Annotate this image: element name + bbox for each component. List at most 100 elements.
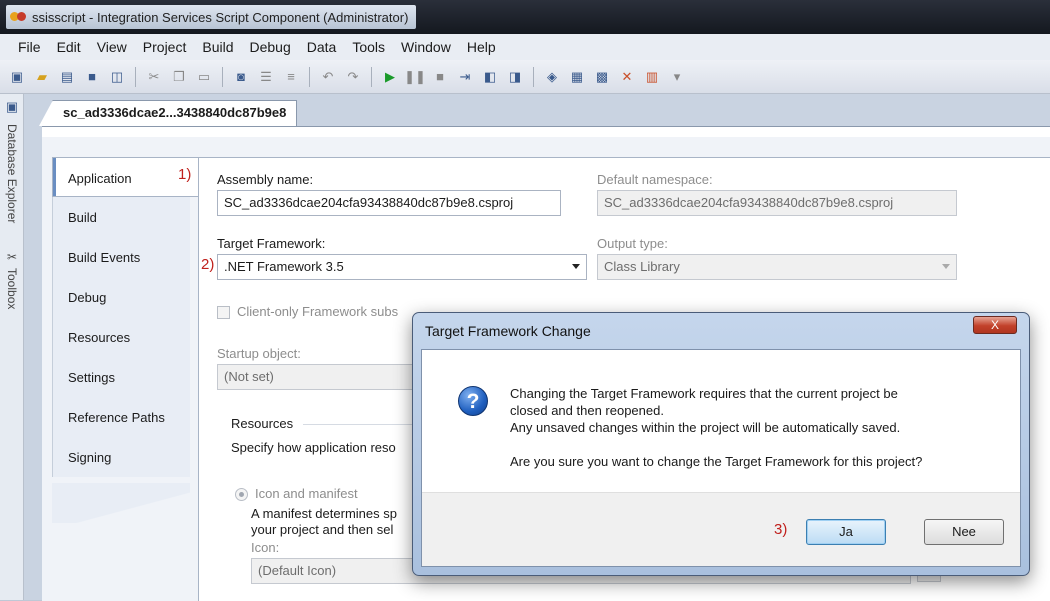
- default-namespace-field[interactable]: SC_ad3336dcae204cfa93438840dc87b9e8.cspr…: [597, 190, 957, 216]
- redo-icon[interactable]: ↷: [342, 66, 364, 88]
- solution-explorer-icon[interactable]: ◈: [541, 66, 563, 88]
- resources-heading: Resources: [231, 416, 294, 431]
- toolbox-icon[interactable]: ✕: [616, 66, 638, 88]
- chevron-down-icon: [942, 264, 950, 269]
- copy-icon[interactable]: ❐: [168, 66, 190, 88]
- extensions-icon[interactable]: ▥: [641, 66, 663, 88]
- pause-icon[interactable]: ❚❚: [404, 66, 426, 88]
- assembly-name-label: Assembly name:: [217, 172, 314, 187]
- menu-file[interactable]: File: [10, 36, 49, 58]
- save-all-icon[interactable]: ◫: [106, 66, 128, 88]
- app-icon: [10, 9, 26, 25]
- properties-icon[interactable]: ▦: [566, 66, 588, 88]
- tab-debug[interactable]: Debug: [52, 277, 190, 317]
- tab-signing[interactable]: Signing: [52, 437, 190, 477]
- target-framework-select[interactable]: .NET Framework 3.5: [217, 254, 587, 280]
- title-area: ssisscript - Integration Services Script…: [6, 5, 417, 29]
- toolbox-label: Toolbox: [5, 268, 19, 310]
- breakpoint-icon[interactable]: ◧: [479, 66, 501, 88]
- callout-3: 3): [774, 521, 788, 538]
- object-browser-icon[interactable]: ▩: [591, 66, 613, 88]
- step-icon[interactable]: ⇥: [454, 66, 476, 88]
- target-framework-label: Target Framework:: [217, 236, 326, 251]
- manifest-description-1: A manifest determines sp: [251, 506, 397, 521]
- tab-reference-paths[interactable]: Reference Paths: [52, 397, 190, 437]
- tab-build[interactable]: Build: [52, 197, 190, 237]
- manifest-description-2: your project and then sel: [251, 522, 394, 537]
- menu-tools[interactable]: Tools: [344, 36, 393, 58]
- dialog-footer: 3) Ja Nee: [422, 492, 1020, 566]
- menu-bar: File Edit View Project Build Debug Data …: [0, 34, 1050, 60]
- icon-manifest-radio[interactable]: [235, 488, 248, 501]
- paste-icon[interactable]: ▭: [193, 66, 215, 88]
- toolbar-separator: [371, 66, 372, 87]
- side-panel-strip: ▣ Database Explorer ✂ Toolbox: [0, 94, 24, 600]
- uncomment-icon[interactable]: ≡: [280, 66, 302, 88]
- tab-application-label: Application: [68, 171, 132, 186]
- toolbox-tab[interactable]: ✂ Toolbox: [2, 250, 22, 309]
- no-button[interactable]: Nee: [924, 519, 1004, 545]
- window-titlebar: ssisscript - Integration Services Script…: [0, 0, 1050, 34]
- add-item-icon[interactable]: ▣: [6, 66, 28, 88]
- dialog-message-line-2: closed and then reopened.: [510, 403, 664, 418]
- close-icon: X: [990, 318, 999, 332]
- standard-toolbar: ▣ ▰ ▤ ■ ◫ ✂ ❐ ▭ ◙ ☰ ≡ ↶ ↷ ▶ ❚❚ ■ ⇥ ◧ ◨ ◈…: [0, 60, 1050, 94]
- yes-button[interactable]: Ja: [806, 519, 886, 545]
- target-framework-change-dialog: Target Framework Change X ? Changing the…: [412, 312, 1030, 576]
- document-tab[interactable]: sc_ad3336dcae2...3438840dc87b9e8: [38, 100, 298, 126]
- output-type-label: Output type:: [597, 236, 668, 251]
- tab-application[interactable]: Application 1): [52, 157, 198, 197]
- property-tabs: Application 1) Build Build Events Debug …: [52, 157, 198, 537]
- new-icon[interactable]: ▤: [56, 66, 78, 88]
- menu-window[interactable]: Window: [393, 36, 459, 58]
- toolbox-tab-icon: ✂: [5, 250, 19, 264]
- menu-edit[interactable]: Edit: [49, 36, 89, 58]
- tab-build-events[interactable]: Build Events: [52, 237, 190, 277]
- target-framework-value: .NET Framework 3.5: [224, 259, 344, 274]
- tab-strip-end: [52, 483, 190, 523]
- output-type-value: Class Library: [604, 259, 680, 274]
- find-icon[interactable]: ◙: [230, 66, 252, 88]
- tab-resources[interactable]: Resources: [52, 317, 190, 357]
- menu-help[interactable]: Help: [459, 36, 504, 58]
- output-type-select[interactable]: Class Library: [597, 254, 957, 280]
- close-button[interactable]: X: [973, 316, 1017, 334]
- dialog-message-line-1: Changing the Target Framework requires t…: [510, 386, 898, 401]
- toolbar-separator: [222, 66, 223, 87]
- menu-view[interactable]: View: [89, 36, 135, 58]
- cut-icon[interactable]: ✂: [143, 66, 165, 88]
- icon-manifest-label: Icon and manifest: [255, 486, 358, 501]
- callout-1: 1): [178, 166, 192, 183]
- icon-label: Icon:: [251, 540, 280, 555]
- database-explorer-tab[interactable]: Database Explorer: [2, 124, 22, 223]
- save-icon[interactable]: ■: [81, 66, 103, 88]
- default-namespace-label: Default namespace:: [597, 172, 713, 187]
- startup-object-select[interactable]: (Not set): [217, 364, 427, 390]
- stop-icon[interactable]: ■: [429, 66, 451, 88]
- startup-object-label: Startup object:: [217, 346, 301, 361]
- menu-build[interactable]: Build: [194, 36, 241, 58]
- question-icon: ?: [458, 386, 488, 416]
- tab-settings[interactable]: Settings: [52, 357, 190, 397]
- undo-icon[interactable]: ↶: [317, 66, 339, 88]
- client-only-label: Client-only Framework subs: [237, 304, 399, 319]
- menu-data[interactable]: Data: [299, 36, 345, 58]
- client-only-checkbox[interactable]: [217, 306, 230, 319]
- menu-project[interactable]: Project: [135, 36, 195, 58]
- start-icon[interactable]: ▶: [379, 66, 401, 88]
- callout-2: 2): [201, 256, 215, 273]
- assembly-name-field[interactable]: SC_ad3336dcae204cfa93438840dc87b9e8.cspr…: [217, 190, 561, 216]
- server-explorer-icon[interactable]: ▣: [1, 96, 23, 118]
- menu-debug[interactable]: Debug: [242, 36, 299, 58]
- overflow-icon[interactable]: ▾: [666, 66, 688, 88]
- group-divider: [303, 424, 423, 425]
- toolbar-separator: [533, 66, 534, 87]
- toolbar-separator: [309, 66, 310, 87]
- resources-description: Specify how application reso: [231, 440, 396, 455]
- dialog-body: ? Changing the Target Framework requires…: [421, 349, 1021, 567]
- comment-icon[interactable]: ☰: [255, 66, 277, 88]
- open-icon[interactable]: ▰: [31, 66, 53, 88]
- window-title: ssisscript - Integration Services Script…: [32, 9, 409, 25]
- bookmark-icon[interactable]: ◨: [504, 66, 526, 88]
- icon-value: (Default Icon): [258, 563, 337, 578]
